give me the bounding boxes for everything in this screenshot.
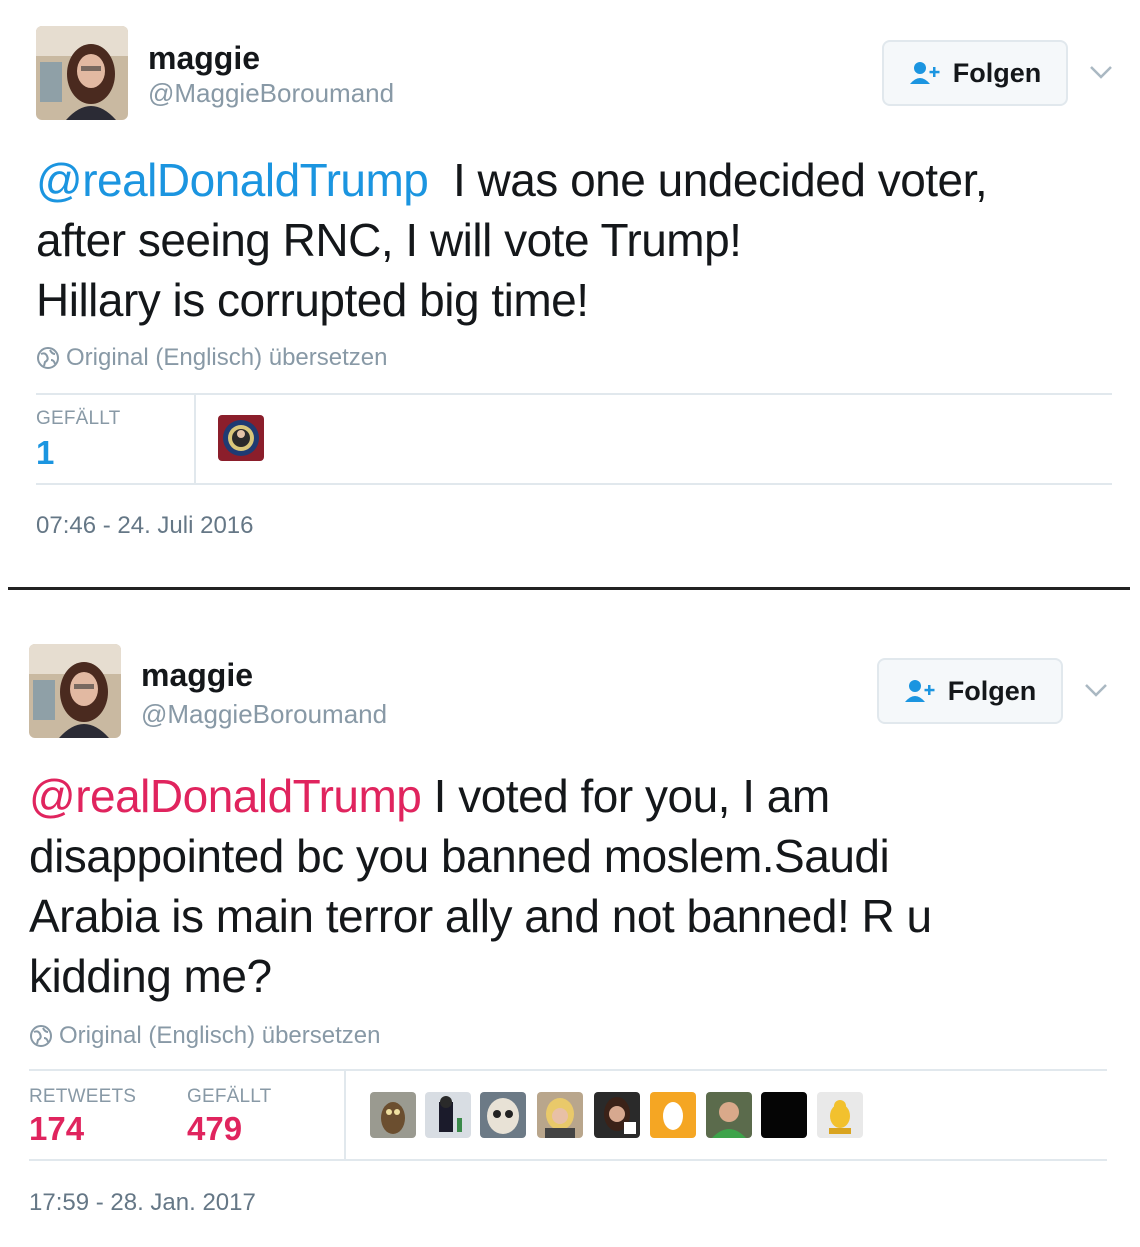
chevron-down-icon[interactable] <box>1088 62 1114 82</box>
follow-button[interactable]: Folgen <box>877 658 1063 724</box>
divider <box>29 1159 1107 1161</box>
liker-avatar[interactable] <box>706 1092 752 1138</box>
user-avatar[interactable] <box>29 644 121 738</box>
retweets-count[interactable]: 174 <box>29 1110 84 1148</box>
liker-avatar[interactable] <box>761 1092 807 1138</box>
tweet-card: maggie @MaggieBoroumand Folgen @realDona… <box>0 0 1140 585</box>
liker-avatar[interactable] <box>425 1092 471 1138</box>
liker-avatar[interactable] <box>370 1092 416 1138</box>
add-user-icon <box>904 680 935 702</box>
divider <box>36 393 1112 395</box>
divider <box>36 483 1112 485</box>
user-avatar[interactable] <box>36 26 128 120</box>
translate-link[interactable]: Original (Englisch) übersetzen <box>29 1022 380 1050</box>
follow-label: Folgen <box>952 57 1042 88</box>
tweet-text: @realDonaldTrump I voted for you, I am d… <box>29 770 932 1002</box>
liker-avatar[interactable] <box>594 1092 640 1138</box>
mention-link[interactable]: @realDonaldTrump <box>36 154 429 206</box>
follow-label: Folgen <box>947 675 1037 706</box>
follow-button[interactable]: Folgen <box>882 40 1068 106</box>
liker-avatar[interactable] <box>817 1092 863 1138</box>
tweet-timestamp[interactable]: 07:46 - 24. Juli 2016 <box>36 512 254 540</box>
divider <box>194 395 196 483</box>
divider <box>29 1069 1107 1071</box>
separator-line <box>8 587 1130 590</box>
mention-link[interactable]: @realDonaldTrump <box>29 770 422 822</box>
chevron-down-icon[interactable] <box>1083 680 1109 700</box>
liker-avatar[interactable] <box>218 415 264 461</box>
retweets-label: RETWEETS <box>29 1086 137 1107</box>
tweet-timestamp[interactable]: 17:59 - 28. Jan. 2017 <box>29 1189 256 1217</box>
translate-link[interactable]: Original (Englisch) übersetzen <box>36 344 387 372</box>
divider <box>344 1071 346 1159</box>
user-handle[interactable]: @MaggieBoroumand <box>148 78 394 109</box>
user-handle[interactable]: @MaggieBoroumand <box>141 699 387 730</box>
likes-label: GEFÄLLT <box>187 1086 272 1107</box>
globe-icon <box>30 1025 52 1047</box>
liker-avatar[interactable] <box>650 1092 696 1138</box>
add-user-icon <box>909 62 940 84</box>
user-name[interactable]: maggie <box>148 40 260 77</box>
globe-icon <box>37 347 59 369</box>
user-name[interactable]: maggie <box>141 657 253 694</box>
likes-count[interactable]: 479 <box>187 1110 242 1148</box>
likes-count[interactable]: 1 <box>36 434 54 472</box>
liker-avatar[interactable] <box>480 1092 526 1138</box>
tweet-card: maggie @MaggieBoroumand Folgen @realDona… <box>0 620 1140 1247</box>
tweet-text: @realDonaldTrump I was one undecided vot… <box>36 154 988 326</box>
likes-label: GEFÄLLT <box>36 408 121 429</box>
liker-avatar[interactable] <box>537 1092 583 1138</box>
